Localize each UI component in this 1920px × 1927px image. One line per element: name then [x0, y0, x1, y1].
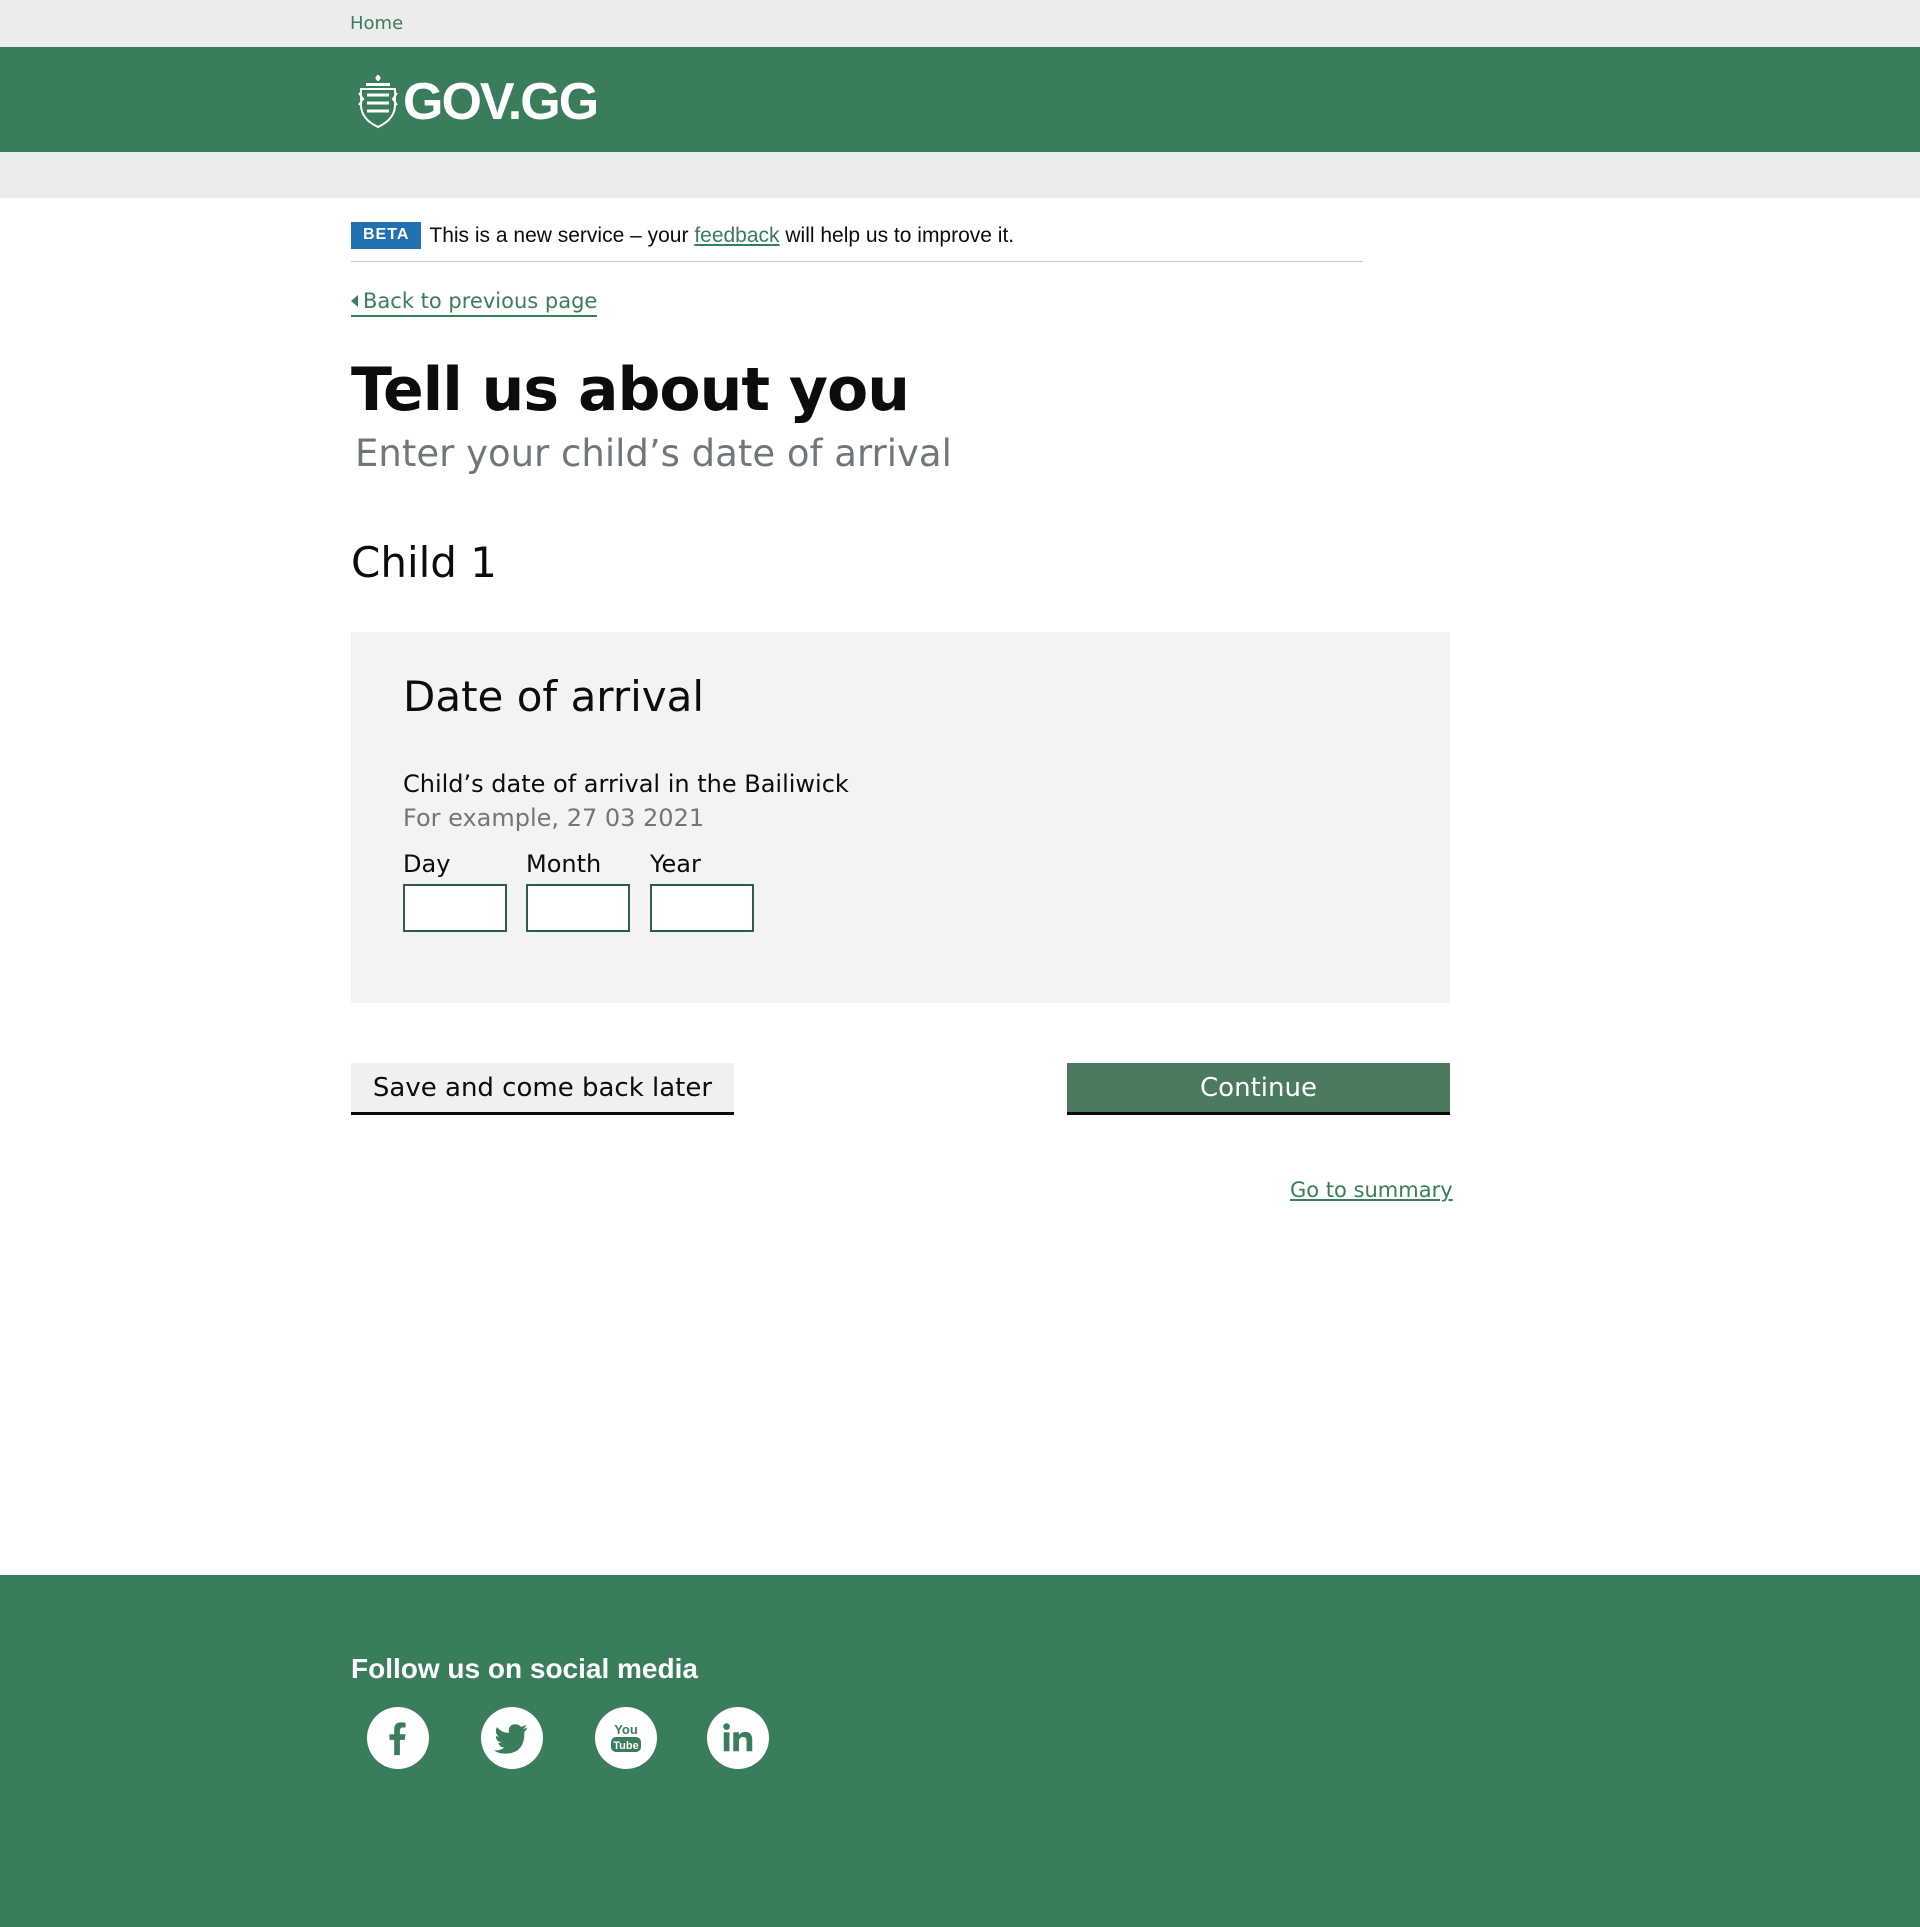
date-of-arrival-panel: Date of arrival Child’s date of arrival …	[351, 632, 1450, 1003]
beta-text: This is a new service – your feedback wi…	[429, 224, 1014, 248]
go-to-summary-link[interactable]: Go to summary	[1290, 1178, 1453, 1202]
back-link[interactable]: Back to previous page	[351, 289, 598, 317]
save-and-come-back-later-button[interactable]: Save and come back later	[351, 1063, 734, 1115]
sub-bar	[0, 152, 1920, 198]
section-heading: Child 1	[351, 538, 498, 587]
beta-text-after: will help us to improve it.	[779, 224, 1015, 247]
day-input[interactable]	[403, 884, 507, 932]
linkedin-icon[interactable]	[707, 1707, 769, 1769]
year-field: Year	[650, 850, 754, 932]
caret-left-icon	[351, 295, 358, 307]
svg-text:Tube: Tube	[613, 1740, 638, 1752]
crest-icon	[358, 75, 398, 129]
twitter-icon[interactable]	[481, 1707, 543, 1769]
back-link-label: Back to previous page	[363, 289, 598, 313]
beta-tag: BETA	[351, 222, 422, 249]
gov-gg-logo[interactable]: GOV.GG	[357, 72, 599, 132]
field-hint: For example, 27 03 2021	[403, 804, 705, 832]
social-heading: Follow us on social media	[351, 1653, 698, 1684]
feedback-link[interactable]: feedback	[694, 224, 779, 247]
continue-button[interactable]: Continue	[1067, 1063, 1450, 1115]
panel-title: Date of arrival	[403, 672, 705, 721]
top-bar: Home	[0, 0, 1920, 47]
page-title: Tell us about you	[351, 355, 910, 425]
year-input[interactable]	[650, 884, 754, 932]
home-link[interactable]: Home	[350, 13, 403, 34]
beta-banner: BETA This is a new service – your feedba…	[351, 222, 1363, 262]
svg-text:You: You	[614, 1722, 638, 1737]
logo-text: GOV.GG	[403, 73, 599, 131]
field-label: Child’s date of arrival in the Bailiwick	[403, 770, 849, 798]
youtube-icon[interactable]: You Tube	[595, 1707, 657, 1769]
day-label: Day	[403, 850, 451, 878]
facebook-icon[interactable]	[367, 1707, 429, 1769]
month-input[interactable]	[526, 884, 630, 932]
month-label: Month	[526, 850, 602, 878]
year-label: Year	[650, 850, 701, 878]
day-field: Day	[403, 850, 507, 932]
month-field: Month	[526, 850, 630, 932]
site-footer: Follow us on social media You Tube	[0, 1575, 1920, 1927]
page-subtitle: Enter your child’s date of arrival	[355, 432, 952, 475]
site-header: GOV.GG	[0, 47, 1920, 152]
beta-text-before: This is a new service – your	[429, 224, 695, 247]
